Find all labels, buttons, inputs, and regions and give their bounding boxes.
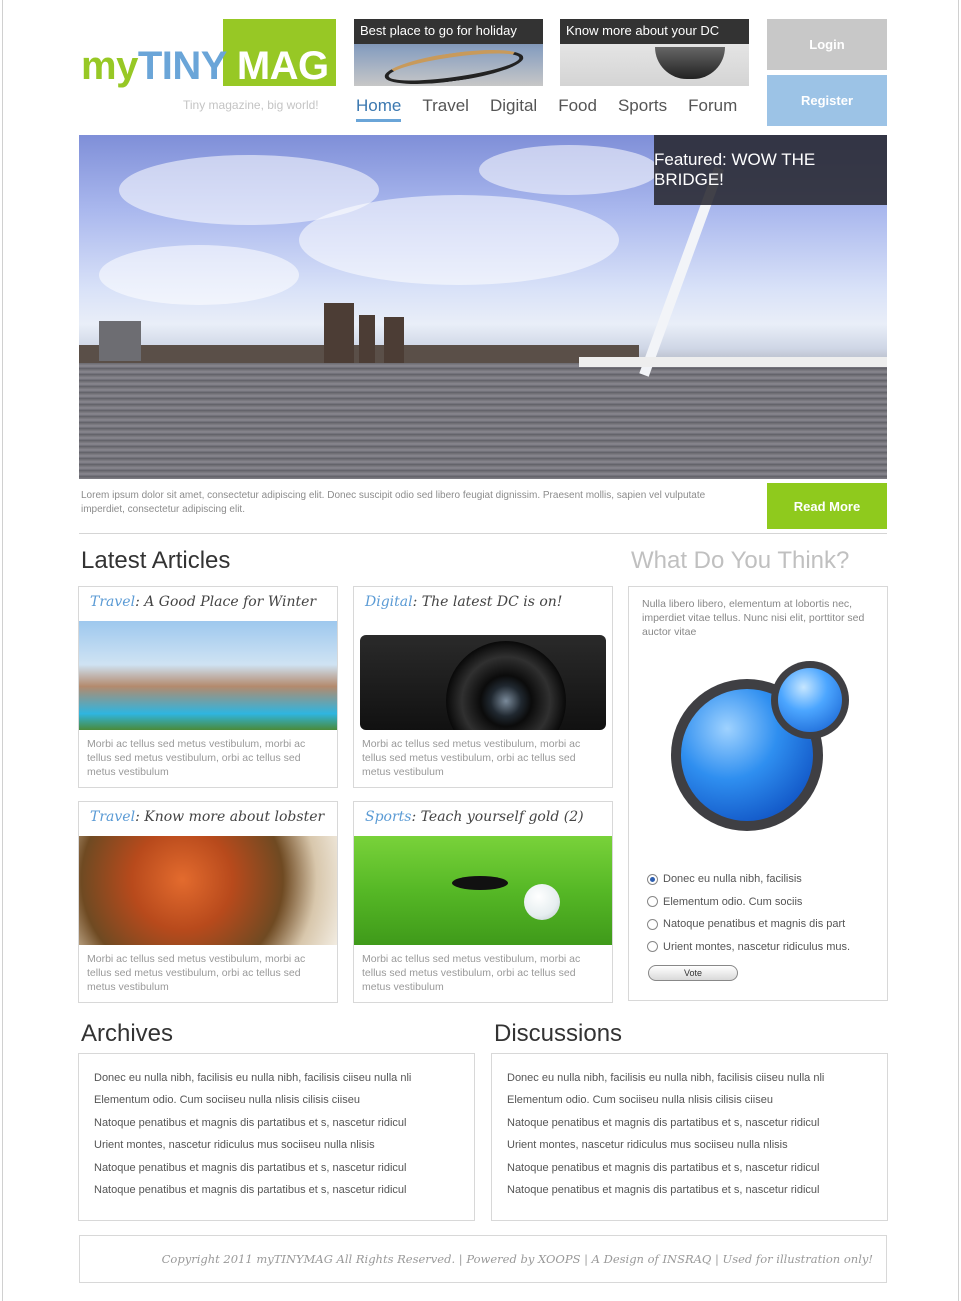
site-logo[interactable]: myTINY MAG	[81, 46, 329, 86]
logo-mag: MAG	[236, 44, 329, 88]
discussions-title: Discussions	[494, 1020, 623, 1047]
featured-caption[interactable]: Featured: WOW THE BRIDGE!	[654, 135, 887, 205]
poll-option[interactable]: Elementum odio. Cum sociis	[647, 891, 850, 914]
nav-forum[interactable]: Forum	[688, 96, 737, 122]
archive-item[interactable]: Donec eu nulla nibh, facilisis eu nulla …	[94, 1072, 411, 1094]
footer: Copyright 2011 myTINYMAG All Rights Rese…	[79, 1235, 887, 1283]
logo-my: my	[81, 44, 138, 88]
login-button[interactable]: Login	[767, 19, 887, 70]
promo-dc[interactable]: Know more about your DC	[560, 19, 749, 86]
radio-button[interactable]	[647, 896, 658, 908]
main-nav: Home Travel Digital Food Sports Forum	[356, 96, 758, 122]
radio-button-selected[interactable]	[647, 873, 658, 885]
poll-option-label: Donec eu nulla nibh, facilisis	[663, 873, 802, 886]
archive-item[interactable]: Natoque penatibus et magnis dis partatib…	[94, 1117, 411, 1139]
sculpture-image	[382, 43, 526, 86]
nav-home[interactable]: Home	[356, 96, 402, 122]
poll-option[interactable]: Urient montes, nascetur ridiculus mus.	[647, 936, 850, 959]
archives-list-box: Donec eu nulla nibh, facilisis eu nulla …	[78, 1053, 475, 1221]
archives-title: Archives	[81, 1020, 174, 1047]
orb-small-icon	[778, 668, 842, 732]
discussion-item[interactable]: Donec eu nulla nibh, facilisis eu nulla …	[507, 1072, 824, 1094]
golf-image[interactable]	[354, 836, 612, 945]
article-headline: : Know more about lobster	[135, 809, 325, 825]
hero-summary: Lorem ipsum dolor sit amet, consectetur …	[81, 490, 706, 515]
article-headline: : Teach yourself gold (2)	[411, 809, 584, 825]
radio-button[interactable]	[647, 941, 658, 953]
camera-image[interactable]	[354, 621, 612, 730]
tagline: Tiny magazine, big world!	[183, 98, 319, 112]
article-title[interactable]: Travel: A Good Place for Winter	[90, 594, 316, 610]
divider	[79, 533, 887, 534]
article-category[interactable]: Travel	[90, 809, 135, 825]
golf-hole	[452, 876, 508, 890]
discussion-item[interactable]: Elementum odio. Cum sociiseu nulla nlisi…	[507, 1094, 824, 1116]
nav-sports[interactable]: Sports	[618, 96, 667, 122]
article-category[interactable]: Travel	[90, 594, 135, 610]
article-category[interactable]: Sports	[365, 809, 411, 825]
nav-travel[interactable]: Travel	[422, 96, 469, 122]
read-more-button[interactable]: Read More	[767, 483, 887, 529]
bridge-deck	[579, 357, 887, 367]
discussion-item[interactable]: Natoque penatibus et magnis dis partatib…	[507, 1184, 824, 1206]
archive-item[interactable]: Natoque penatibus et magnis dis partatib…	[94, 1184, 411, 1206]
promo-label: Know more about your DC	[560, 19, 749, 44]
bowl-image	[655, 47, 725, 79]
radio-button[interactable]	[647, 918, 658, 930]
resort-image[interactable]	[79, 621, 337, 730]
archive-item[interactable]: Elementum odio. Cum sociiseu nulla nlisi…	[94, 1094, 411, 1116]
poll-option[interactable]: Natoque penatibus et magnis dis part	[647, 913, 850, 936]
discussions-list-box: Donec eu nulla nibh, facilisis eu nulla …	[491, 1053, 888, 1221]
poll-question: Nulla libero libero, elementum at lobort…	[642, 598, 865, 638]
article-card[interactable]: Travel: A Good Place for Winter Morbi ac…	[78, 586, 338, 788]
promo-label: Best place to go for holiday	[354, 19, 543, 44]
poll-option-label: Elementum odio. Cum sociis	[663, 895, 803, 908]
poll-option[interactable]: Donec eu nulla nibh, facilisis	[647, 868, 850, 891]
poll-options: Donec eu nulla nibh, facilisis Elementum…	[647, 868, 850, 958]
article-headline: : A Good Place for Winter	[135, 594, 317, 610]
promo-holiday[interactable]: Best place to go for holiday	[354, 19, 543, 86]
discussions-list: Donec eu nulla nibh, facilisis eu nulla …	[507, 1072, 824, 1206]
poll-option-label: Urient montes, nascetur ridiculus mus.	[663, 940, 851, 953]
discussion-item[interactable]: Natoque penatibus et magnis dis partatib…	[507, 1162, 824, 1184]
poll-title: What Do You Think?	[631, 547, 850, 574]
article-desc: Morbi ac tellus sed metus vestibulum, mo…	[362, 953, 581, 993]
article-title[interactable]: Travel: Know more about lobster	[90, 809, 324, 825]
poll-option-label: Natoque penatibus et magnis dis part	[663, 918, 846, 931]
article-title[interactable]: Digital: The latest DC is on!	[365, 594, 562, 610]
register-button[interactable]: Register	[767, 75, 887, 126]
vote-button[interactable]: Vote	[648, 965, 738, 981]
article-card[interactable]: Travel: Know more about lobster Morbi ac…	[78, 801, 338, 1003]
lobster-image[interactable]	[79, 836, 337, 945]
article-headline: : The latest DC is on!	[412, 594, 563, 610]
golf-ball	[524, 884, 560, 920]
article-category[interactable]: Digital	[365, 594, 413, 610]
nav-digital[interactable]: Digital	[490, 96, 537, 122]
hero-image: Featured: WOW THE BRIDGE!	[79, 135, 887, 479]
article-card[interactable]: Sports: Teach yourself gold (2) Morbi ac…	[353, 801, 613, 1003]
nav-food[interactable]: Food	[558, 96, 597, 122]
article-desc: Morbi ac tellus sed metus vestibulum, mo…	[87, 953, 306, 993]
logo-tiny: TINY	[137, 44, 227, 88]
article-desc: Morbi ac tellus sed metus vestibulum, mo…	[362, 738, 581, 778]
article-card[interactable]: Digital: The latest DC is on! Morbi ac t…	[353, 586, 613, 788]
article-title[interactable]: Sports: Teach yourself gold (2)	[365, 809, 584, 825]
discussion-item[interactable]: Urient montes, nascetur ridiculus mus so…	[507, 1139, 824, 1161]
archives-list: Donec eu nulla nibh, facilisis eu nulla …	[94, 1072, 411, 1206]
discussion-item[interactable]: Natoque penatibus et magnis dis partatib…	[507, 1117, 824, 1139]
archive-item[interactable]: Natoque penatibus et magnis dis partatib…	[94, 1162, 411, 1184]
river-water	[79, 363, 887, 479]
archive-item[interactable]: Urient montes, nascetur ridiculus mus so…	[94, 1139, 411, 1161]
article-desc: Morbi ac tellus sed metus vestibulum, mo…	[87, 738, 306, 778]
latest-articles-title: Latest Articles	[81, 547, 231, 574]
poll-box: Nulla libero libero, elementum at lobort…	[628, 586, 888, 1001]
footer-copyright: Copyright 2011 myTINYMAG All Rights Rese…	[161, 1252, 873, 1266]
